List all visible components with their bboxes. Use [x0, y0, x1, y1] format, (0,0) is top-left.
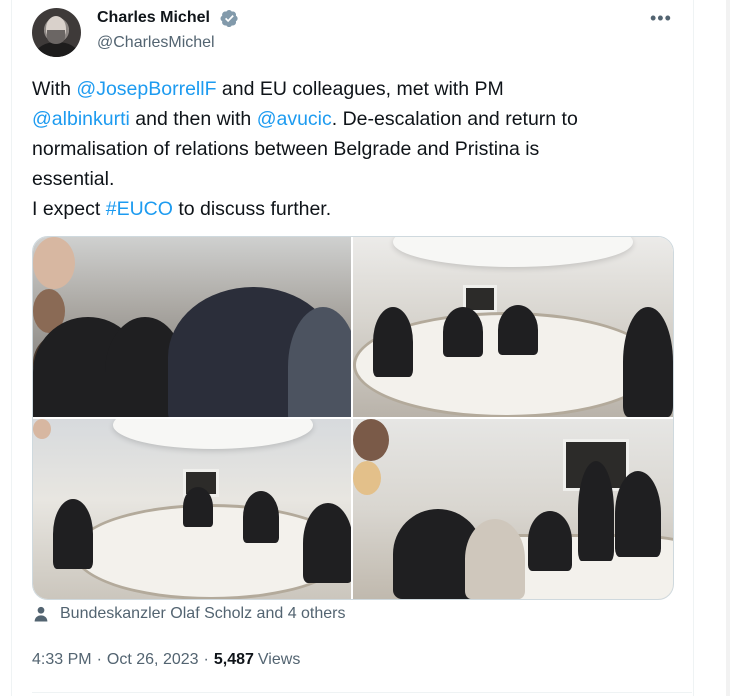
left-divider	[11, 0, 12, 696]
tagged-text: Bundeskanzler Olaf Scholz and 4 others	[60, 605, 346, 622]
tweet-text: With @JosepBorrellF and EU colleagues, m…	[32, 74, 672, 224]
tweet-text-segment: to discuss further.	[172, 198, 332, 220]
mention-link[interactable]: @avucic	[257, 108, 332, 130]
tweet-time[interactable]: 4:33 PM	[32, 651, 92, 669]
views-label: Views	[257, 651, 301, 668]
avatar[interactable]	[32, 8, 81, 57]
tweet-text-segment: With	[32, 78, 77, 100]
author-handle[interactable]: @CharlesMichel	[97, 34, 215, 52]
tweet-text-segment: and EU colleagues, met with PM	[216, 78, 504, 100]
tweet-text-line: normalisation of relations between Belgr…	[32, 134, 672, 164]
tweet: Charles Michel @CharlesMichel ••• With @…	[32, 0, 692, 696]
person-icon	[34, 606, 48, 622]
verified-badge-icon	[220, 9, 238, 28]
mention-link[interactable]: @JosepBorrellF	[76, 78, 216, 100]
tweet-text-line: @albinkurti and then with @avucic. De-es…	[32, 104, 672, 134]
views-count[interactable]: 5,487	[214, 651, 254, 669]
tweet-text-line: With @JosepBorrellF and EU colleagues, m…	[32, 74, 672, 104]
tweet-date[interactable]: Oct 26, 2023	[107, 651, 199, 669]
photo-1[interactable]	[33, 237, 351, 417]
page-edge	[726, 0, 730, 696]
tweet-text-segment: I expect	[32, 198, 106, 220]
photo-grid	[32, 236, 674, 600]
more-dots-icon[interactable]: •••	[650, 8, 672, 29]
tweet-divider	[32, 692, 692, 693]
tagged-people[interactable]: Bundeskanzler Olaf Scholz and 4 others	[32, 603, 346, 625]
mention-link[interactable]: @albinkurti	[32, 108, 130, 130]
photo-4[interactable]	[353, 419, 673, 599]
author-name[interactable]: Charles Michel	[97, 9, 210, 27]
tweet-text-line: essential.	[32, 164, 672, 194]
tweet-meta: 4:33 PM · Oct 26, 2023 · 5,487 Views	[32, 651, 300, 669]
tweet-text-segment: essential.	[32, 168, 115, 190]
right-divider	[693, 0, 694, 696]
meta-separator: ·	[96, 651, 102, 668]
tweet-text-segment: and then with	[129, 108, 257, 130]
photo-2[interactable]	[353, 237, 673, 417]
photo-3[interactable]	[33, 419, 351, 599]
tweet-text-line: I expect #EUCO to discuss further.	[32, 194, 672, 224]
tweet-text-segment: . De-escalation and return to	[331, 108, 578, 130]
meta-separator: ·	[203, 651, 209, 668]
hashtag-link[interactable]: #EUCO	[106, 198, 173, 220]
tweet-text-segment: normalisation of relations between Belgr…	[32, 138, 540, 160]
